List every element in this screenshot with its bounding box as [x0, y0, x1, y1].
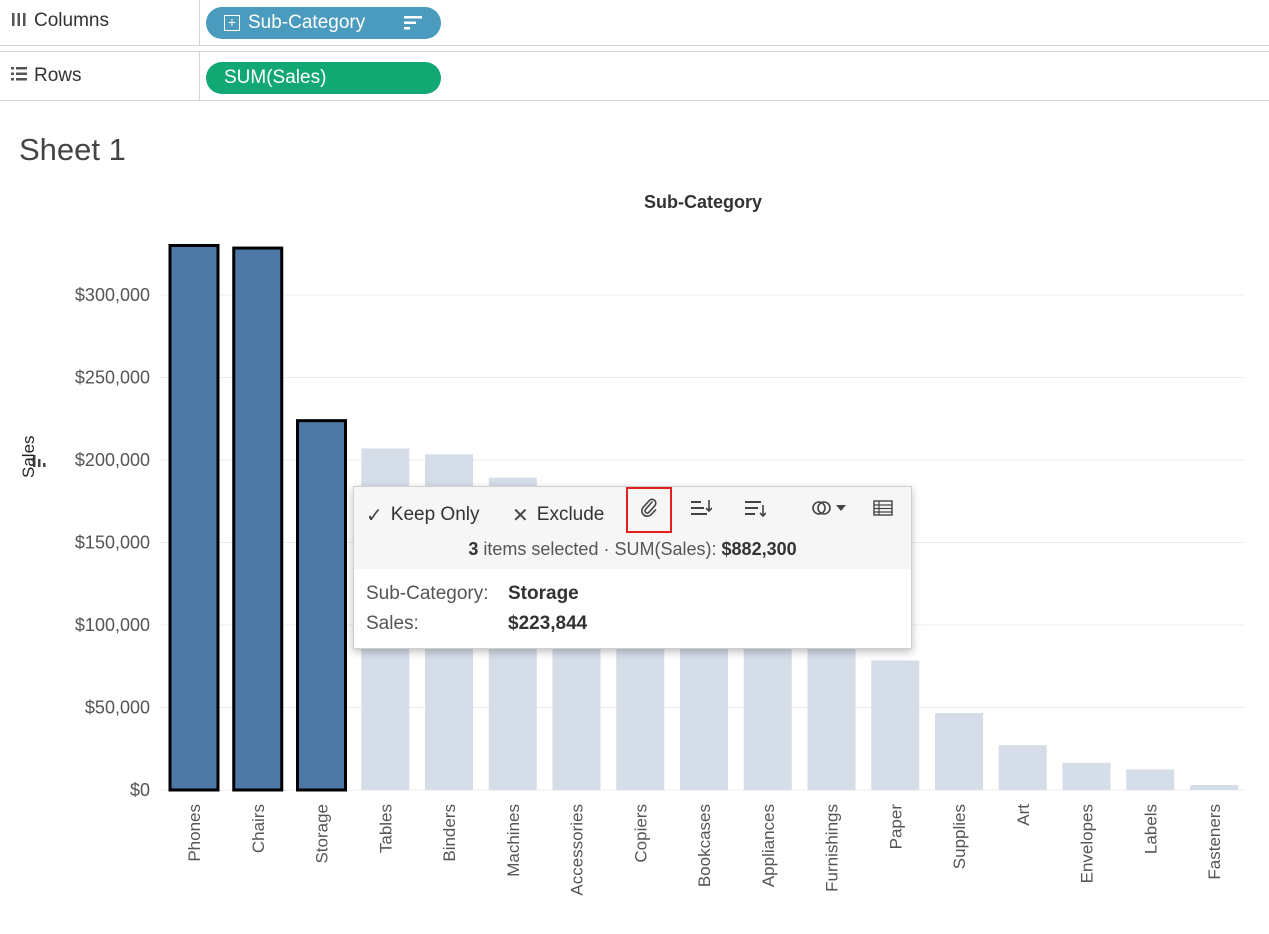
bar-envelopes[interactable]	[1062, 762, 1111, 790]
sort-descending-button[interactable]	[732, 487, 778, 533]
x-tick-label: Appliances	[759, 804, 778, 887]
sum-label: SUM(Sales):	[614, 539, 717, 559]
view-data-icon	[873, 499, 893, 521]
field-value: $223,844	[508, 613, 588, 634]
y-tick-label: $50,000	[85, 698, 150, 718]
tooltip-field-subcategory: Sub-Category: Storage	[366, 583, 579, 605]
x-tick-label: Accessories	[568, 804, 587, 896]
y-axis-title: Sales	[19, 435, 38, 478]
y-tick-label: $200,000	[75, 450, 150, 470]
field-label: Sales:	[366, 613, 419, 634]
selection-tooltip: ✓ Keep Only ✕ Exclude 3 items selected ·…	[353, 486, 912, 649]
bar-storage[interactable]	[296, 419, 347, 792]
tooltip-field-sales: Sales: $223,844	[366, 613, 587, 635]
sort-descending-icon	[744, 499, 767, 522]
group-members-button[interactable]	[626, 487, 672, 533]
exclude-button[interactable]: ✕ Exclude	[512, 497, 604, 533]
x-tick-label: Machines	[504, 804, 523, 877]
x-tick-label: Tables	[376, 804, 395, 853]
bar-labels[interactable]	[1126, 769, 1175, 790]
sort-ascending-button[interactable]	[678, 487, 724, 533]
field-label: Sub-Category:	[366, 583, 489, 604]
x-tick-label: Bookcases	[695, 804, 714, 887]
x-tick-label: Storage	[313, 804, 332, 864]
summary-separator: ·	[603, 539, 610, 559]
x-tick-label: Paper	[886, 804, 905, 850]
bar-paper[interactable]	[871, 660, 920, 790]
x-tick-label: Envelopes	[1078, 804, 1097, 883]
selected-count: 3	[468, 539, 479, 559]
y-tick-label: $300,000	[75, 285, 150, 305]
x-tick-label: Art	[1014, 804, 1033, 826]
view-data-button[interactable]	[860, 487, 906, 533]
bar-fasteners[interactable]	[1190, 785, 1238, 790]
sort-ascending-icon	[690, 499, 713, 522]
sum-value: $882,300	[721, 539, 797, 559]
sets-menu-button[interactable]	[800, 487, 860, 533]
x-axis-title: Sub-Category	[644, 192, 763, 212]
x-tick-label: Chairs	[249, 804, 268, 853]
bar-chairs[interactable]	[232, 246, 284, 792]
y-tick-label: $100,000	[75, 615, 150, 635]
y-tick-label: $0	[130, 780, 150, 800]
y-tick-label: $150,000	[75, 533, 150, 553]
x-tick-label: Supplies	[950, 804, 969, 869]
x-tick-label: Fasteners	[1205, 804, 1224, 880]
bar-supplies[interactable]	[935, 712, 983, 790]
selection-summary: 3 items selected · SUM(Sales): $882,300	[354, 539, 911, 560]
x-tick-label: Furnishings	[823, 804, 842, 892]
bar-chart: $0 $50,000 $100,000 $150,000 $200,000 $250,00…	[75, 243, 1245, 896]
check-icon: ✓	[366, 504, 383, 527]
bar-phones[interactable]	[168, 243, 220, 792]
bar-art[interactable]	[998, 745, 1047, 790]
tooltip-toolbar: ✓ Keep Only ✕ Exclude 3 items selected ·…	[354, 487, 911, 569]
y-tick-label: $250,000	[75, 368, 150, 388]
items-selected-text: items selected	[483, 539, 599, 559]
keep-only-label: Keep Only	[390, 504, 480, 525]
x-tick-label: Copiers	[631, 804, 650, 863]
x-tick-label: Binders	[440, 804, 459, 862]
x-tick-label: Phones	[185, 804, 204, 862]
exclude-label: Exclude	[536, 504, 605, 525]
field-value: Storage	[508, 583, 579, 604]
paperclip-icon	[639, 497, 659, 524]
x-tick-label: Labels	[1141, 804, 1160, 854]
keep-only-button[interactable]: ✓ Keep Only	[366, 497, 480, 533]
bar-furnishings[interactable]	[807, 638, 856, 790]
close-icon: ✕	[512, 504, 529, 527]
sets-icon	[812, 499, 848, 522]
